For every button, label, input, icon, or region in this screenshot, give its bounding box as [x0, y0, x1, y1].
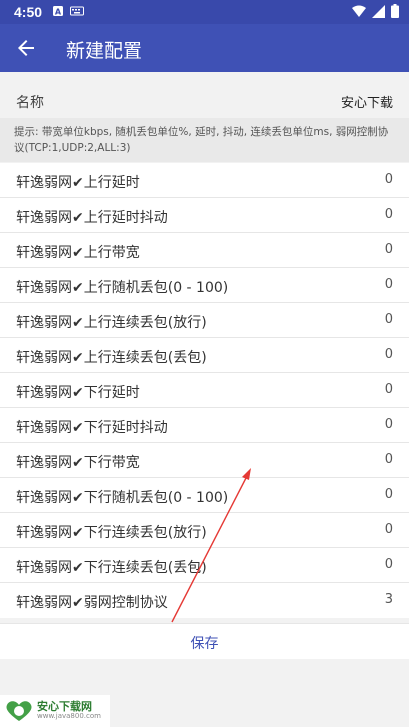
setting-label: 轩逸弱网✔下行延时 — [16, 385, 140, 401]
svg-text:A: A — [55, 8, 62, 17]
setting-value[interactable]: 0 — [385, 312, 393, 327]
save-bar: 保存 — [0, 623, 409, 659]
status-time: 4:50 — [14, 4, 43, 20]
setting-value[interactable]: 0 — [385, 417, 393, 432]
setting-row-downlink-burst-drop[interactable]: 轩逸弱网✔下行连续丢包(丢包) 0 — [0, 548, 409, 583]
setting-value[interactable]: 0 — [385, 557, 393, 572]
wifi-icon — [352, 5, 366, 17]
signal-icon — [372, 4, 385, 18]
setting-row-downlink-burst-pass[interactable]: 轩逸弱网✔下行连续丢包(放行) 0 — [0, 513, 409, 548]
setting-row-downlink-random-loss[interactable]: 轩逸弱网✔下行随机丢包(0 - 100) 0 — [0, 478, 409, 513]
setting-row-uplink-burst-drop[interactable]: 轩逸弱网✔上行连续丢包(丢包) 0 — [0, 338, 409, 373]
setting-label: 轩逸弱网✔上行随机丢包(0 - 100) — [16, 280, 229, 296]
name-value[interactable]: 安心下载 — [341, 92, 393, 111]
setting-value[interactable]: 0 — [385, 382, 393, 397]
setting-label: 轩逸弱网✔下行随机丢包(0 - 100) — [16, 490, 229, 506]
setting-row-uplink-jitter[interactable]: 轩逸弱网✔上行延时抖动 0 — [0, 198, 409, 233]
setting-label: 轩逸弱网✔下行带宽 — [16, 455, 140, 471]
setting-value[interactable]: 0 — [385, 522, 393, 537]
setting-label: 轩逸弱网✔下行连续丢包(丢包) — [16, 560, 207, 576]
app-bar: 新建配置 — [0, 24, 409, 72]
setting-value[interactable]: 0 — [385, 487, 393, 502]
setting-row-downlink-bandwidth[interactable]: 轩逸弱网✔下行带宽 0 — [0, 443, 409, 478]
setting-row-downlink-jitter[interactable]: 轩逸弱网✔下行延时抖动 0 — [0, 408, 409, 443]
notification-icon: A — [53, 6, 63, 17]
setting-value[interactable]: 0 — [385, 347, 393, 362]
setting-label: 轩逸弱网✔下行延时抖动 — [16, 420, 168, 436]
watermark-url: www.java800.com — [37, 712, 101, 720]
name-row[interactable]: 名称 安心下载 — [0, 84, 409, 118]
hint-text: 提示: 带宽单位kbps, 随机丢包单位%, 延时, 抖动, 连续丢包单位ms,… — [0, 118, 409, 162]
setting-row-uplink-bandwidth[interactable]: 轩逸弱网✔上行带宽 0 — [0, 233, 409, 268]
heart-logo-icon — [6, 701, 32, 721]
setting-row-uplink-random-loss[interactable]: 轩逸弱网✔上行随机丢包(0 - 100) 0 — [0, 268, 409, 303]
setting-value[interactable]: 0 — [385, 207, 393, 222]
setting-value[interactable]: 0 — [385, 242, 393, 257]
setting-row-uplink-delay[interactable]: 轩逸弱网✔上行延时 0 — [0, 163, 409, 198]
setting-row-protocol[interactable]: 轩逸弱网✔弱网控制协议 3 — [0, 583, 409, 618]
setting-value[interactable]: 0 — [385, 277, 393, 292]
setting-label: 轩逸弱网✔上行带宽 — [16, 245, 140, 261]
setting-label: 轩逸弱网✔上行延时 — [16, 175, 140, 191]
page-title: 新建配置 — [66, 40, 143, 62]
setting-value[interactable]: 0 — [385, 172, 393, 187]
setting-label: 轩逸弱网✔弱网控制协议 — [16, 595, 168, 611]
setting-row-downlink-delay[interactable]: 轩逸弱网✔下行延时 0 — [0, 373, 409, 408]
setting-label: 轩逸弱网✔上行延时抖动 — [16, 210, 168, 226]
setting-label: 轩逸弱网✔上行连续丢包(丢包) — [16, 350, 207, 366]
keyboard-icon — [70, 6, 84, 16]
battery-icon — [391, 4, 399, 18]
status-bar: 4:50 A — [0, 0, 409, 24]
setting-value[interactable]: 3 — [385, 592, 393, 607]
watermark: 安心下载网 www.java800.com — [0, 695, 110, 727]
name-label: 名称 — [16, 95, 44, 111]
back-arrow-icon[interactable] — [14, 36, 38, 60]
setting-row-uplink-burst-pass[interactable]: 轩逸弱网✔上行连续丢包(放行) 0 — [0, 303, 409, 338]
setting-label: 轩逸弱网✔上行连续丢包(放行) — [16, 315, 207, 331]
save-button[interactable]: 保存 — [0, 633, 409, 653]
settings-list: 轩逸弱网✔上行延时 0 轩逸弱网✔上行延时抖动 0 轩逸弱网✔上行带宽 0 轩逸… — [0, 163, 409, 618]
setting-value[interactable]: 0 — [385, 452, 393, 467]
setting-label: 轩逸弱网✔下行连续丢包(放行) — [16, 525, 207, 541]
